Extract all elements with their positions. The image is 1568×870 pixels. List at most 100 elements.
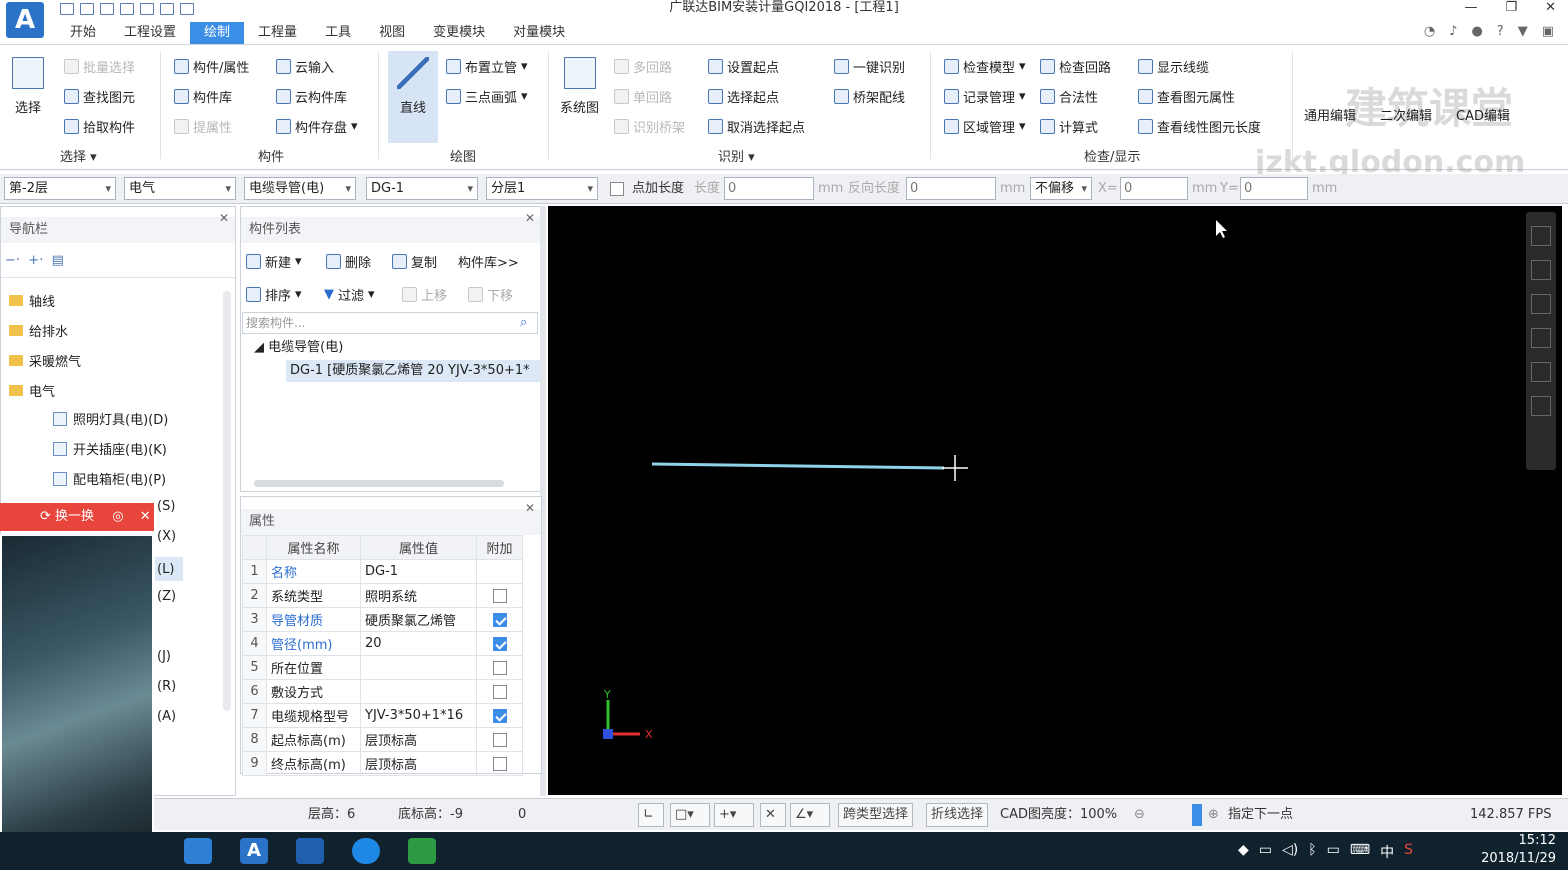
- nav-close-icon[interactable]: ✕: [219, 211, 229, 225]
- restore-icon[interactable]: ❐: [1505, 0, 1517, 15]
- group-label-select[interactable]: 选择 ▾: [60, 146, 97, 165]
- drawing-canvas[interactable]: Y X: [548, 206, 1562, 795]
- nav-item-heating[interactable]: 采暖燃气: [9, 351, 81, 370]
- property-value[interactable]: 照明系统: [360, 583, 477, 608]
- snap-box-icon[interactable]: □▾: [670, 803, 710, 827]
- calculator-app-icon[interactable]: [296, 838, 324, 864]
- expand-icon[interactable]: +·: [28, 253, 43, 268]
- ortho-icon[interactable]: ∟: [638, 803, 664, 827]
- tray-wiring-button[interactable]: 桥架配线: [834, 87, 905, 106]
- category-select[interactable]: 电缆导管(电): [244, 177, 356, 200]
- keyboard-icon[interactable]: ⌨: [1350, 842, 1370, 862]
- tray-app-icon[interactable]: ◆: [1238, 842, 1249, 862]
- edit-icon[interactable]: ▤: [52, 253, 64, 268]
- floor-select[interactable]: 第-2层: [4, 177, 116, 200]
- attach-checkbox[interactable]: [492, 756, 507, 771]
- ime-indicator[interactable]: 中: [1380, 842, 1394, 862]
- component-save-button[interactable]: 构件存盘 ▾: [276, 117, 358, 136]
- show-cables-button[interactable]: 显示线缆: [1138, 57, 1209, 76]
- check-model-button[interactable]: 检查模型 ▾: [944, 57, 1026, 76]
- tab-view[interactable]: 视图: [365, 22, 419, 44]
- settings-icon[interactable]: ◎: [112, 509, 123, 524]
- select-button[interactable]: 选择: [12, 57, 44, 116]
- property-value[interactable]: [360, 655, 477, 680]
- chat-icon[interactable]: ●: [1471, 24, 1482, 39]
- record-management-button[interactable]: 记录管理 ▾: [944, 87, 1026, 106]
- cross-icon[interactable]: ✕: [760, 803, 786, 827]
- grid-icon[interactable]: [1531, 396, 1551, 416]
- property-value[interactable]: 层顶标高: [360, 727, 477, 752]
- point-length-checkbox[interactable]: [610, 182, 624, 196]
- three-point-arc-button[interactable]: 三点画弧 ▾: [446, 87, 528, 106]
- secondary-edit-button[interactable]: 二次编辑: [1380, 105, 1432, 124]
- properties-close-icon[interactable]: ✕: [525, 501, 535, 515]
- attach-checkbox[interactable]: [492, 684, 507, 699]
- view-box-icon[interactable]: [1531, 294, 1551, 314]
- one-click-identify-button[interactable]: 一键识别: [834, 57, 905, 76]
- tree-root-cable-conduit[interactable]: ◢ 电缆导管(电): [254, 336, 343, 355]
- new-component-button[interactable]: 新建 ▾: [246, 252, 302, 271]
- component-list-close-icon[interactable]: ✕: [525, 211, 535, 225]
- reverse-length-input[interactable]: 0: [906, 177, 996, 200]
- nav-item-partial-selected[interactable]: (L): [155, 557, 183, 581]
- nav-item-partial[interactable]: (R): [157, 679, 176, 694]
- property-value[interactable]: [360, 679, 477, 704]
- component-properties-button[interactable]: 构件/属性: [174, 57, 249, 76]
- nav-item-partial[interactable]: (S): [157, 499, 175, 514]
- property-value[interactable]: 20: [360, 631, 477, 656]
- place-riser-button[interactable]: 布置立管 ▾: [446, 57, 528, 76]
- search-icon[interactable]: ⌕: [520, 315, 527, 330]
- tab-compare-module[interactable]: 对量模块: [499, 22, 579, 44]
- group-label-identify[interactable]: 识别 ▾: [718, 146, 755, 165]
- bluetooth-icon[interactable]: ᛒ: [1308, 842, 1316, 862]
- property-value[interactable]: DG-1: [360, 559, 477, 584]
- battery-icon[interactable]: ▭: [1259, 842, 1272, 862]
- multi-circuit-button[interactable]: 多回路: [614, 57, 672, 76]
- select-start-point-button[interactable]: 选择起点: [708, 87, 779, 106]
- tab-project-settings[interactable]: 工程设置: [110, 22, 190, 44]
- filter-button[interactable]: ▼ 过滤 ▾: [324, 285, 375, 304]
- tab-change-module[interactable]: 变更模块: [419, 22, 499, 44]
- bell-icon[interactable]: ♪: [1449, 24, 1457, 39]
- share-app-icon[interactable]: [408, 838, 436, 864]
- general-edit-button[interactable]: 通用编辑: [1304, 105, 1356, 124]
- cross-type-select-button[interactable]: 跨类型选择: [838, 803, 914, 827]
- extract-properties-button[interactable]: 提属性: [174, 117, 232, 136]
- component-list-hscrollbar[interactable]: [254, 480, 504, 487]
- batch-select-button[interactable]: 批量选择: [64, 57, 135, 76]
- nav-item-lighting[interactable]: 照明灯具(电)(D): [53, 409, 168, 428]
- property-value[interactable]: 层顶标高: [360, 751, 477, 776]
- component-select[interactable]: DG-1: [366, 177, 478, 200]
- nav-item-partial[interactable]: (A): [157, 709, 176, 724]
- component-library-link[interactable]: 构件库>>: [458, 252, 519, 271]
- view-top-icon[interactable]: [1531, 260, 1551, 280]
- property-value[interactable]: YJV-3*50+1*16: [360, 703, 477, 728]
- nav-item-partial[interactable]: (Z): [157, 589, 176, 604]
- layer-select[interactable]: 分层1: [486, 177, 598, 200]
- nav-item-electrical[interactable]: 电气: [9, 381, 55, 400]
- line-tool-button[interactable]: 直线: [388, 51, 438, 143]
- cloud-input-button[interactable]: 云输入: [276, 57, 334, 76]
- view-linear-length-button[interactable]: 查看线性图元长度: [1138, 117, 1261, 136]
- move-down-button[interactable]: 下移: [468, 285, 513, 304]
- system-diagram-button[interactable]: 系统图: [560, 57, 599, 116]
- attach-checkbox[interactable]: [492, 732, 507, 747]
- attach-checkbox[interactable]: [492, 636, 507, 651]
- nav-item-axis[interactable]: 轴线: [9, 291, 55, 310]
- snap-point-icon[interactable]: +▾: [714, 803, 754, 827]
- cad-edit-button[interactable]: CAD编辑: [1456, 105, 1510, 124]
- shirt-icon[interactable]: ▼: [1518, 24, 1528, 39]
- component-search-input[interactable]: 搜索构件...: [242, 312, 538, 334]
- clock[interactable]: 15:12 2018/11/29: [1481, 832, 1556, 868]
- offset-select[interactable]: 不偏移: [1030, 177, 1092, 200]
- rotate-icon[interactable]: [1531, 362, 1551, 382]
- view-frame-icon[interactable]: [1531, 328, 1551, 348]
- validity-button[interactable]: 合法性: [1040, 87, 1098, 106]
- nav-item-partial[interactable]: (X): [157, 529, 176, 544]
- nav-item-plumbing[interactable]: 给排水: [9, 321, 68, 340]
- taskbar-app-icon[interactable]: [184, 838, 212, 864]
- network-icon[interactable]: ▭: [1327, 842, 1340, 862]
- nav-item-partial[interactable]: (J): [157, 649, 171, 664]
- tab-start[interactable]: 开始: [56, 22, 110, 44]
- tree-item-dg1[interactable]: DG-1 [硬质聚氯乙烯管 20 YJV-3*50+1*: [286, 360, 540, 382]
